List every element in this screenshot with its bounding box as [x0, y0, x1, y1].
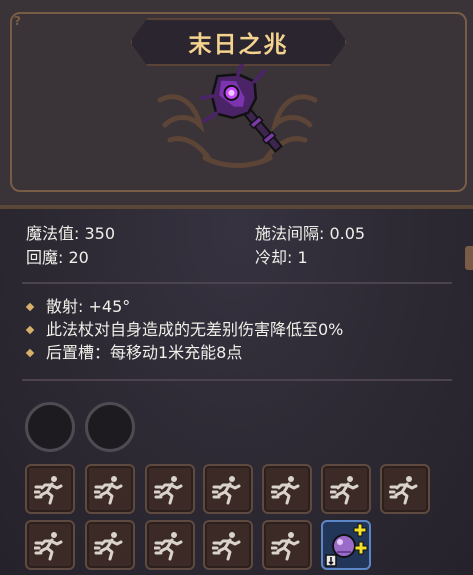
running-man-icon: [271, 476, 300, 505]
spell-slot[interactable]: [262, 464, 312, 514]
spell-slot[interactable]: [85, 520, 135, 570]
effect-item: 此法杖对自身造成的无差别伤害降低至0%: [25, 319, 344, 342]
running-man-icon: [212, 476, 241, 505]
spell-slot[interactable]: [145, 464, 195, 514]
wand-display-box: ? 末日之兆: [0, 0, 473, 209]
effect-text: 此法杖对自身造成的无差别伤害降低至0%: [46, 320, 344, 339]
divider-top: [22, 282, 452, 284]
spell-slot[interactable]: [203, 520, 253, 570]
special-slot[interactable]: [321, 520, 371, 570]
spell-slot[interactable]: [203, 464, 253, 514]
divider-bottom: [22, 379, 452, 381]
bullet-diamond-icon: [25, 348, 35, 358]
running-man-icon: [154, 532, 183, 561]
stat-cooldown: 冷却: 1: [255, 248, 308, 267]
wand-info-panel: ? 末日之兆 魔法值: 350 施法间隔: 0.05 回魔: 20 冷却: 1 …: [0, 0, 473, 575]
corner-mark: ?: [14, 14, 21, 28]
spell-slot[interactable]: [145, 520, 195, 570]
running-man-icon: [94, 532, 123, 561]
spell-slot[interactable]: [321, 464, 371, 514]
doom-staff-icon: [200, 64, 283, 153]
effect-item: 散射: +45°: [25, 296, 343, 319]
running-man-icon: [34, 532, 63, 561]
wand-title-plate: 末日之兆: [130, 18, 347, 66]
crystal-ball-icon: [325, 523, 368, 567]
running-man-icon: [271, 532, 300, 561]
spell-slot[interactable]: [380, 464, 430, 514]
stat-cast-delay: 施法间隔: 0.05: [255, 224, 366, 243]
effect-item: 后置槽：每移动1米充能8点: [25, 342, 343, 365]
running-man-icon: [94, 476, 123, 505]
spell-slot[interactable]: [25, 464, 75, 514]
running-man-icon: [34, 476, 63, 505]
effect-text: 散射: +45°: [46, 297, 131, 316]
spell-slot[interactable]: [262, 520, 312, 570]
wand-name: 末日之兆: [188, 32, 289, 58]
bullet-diamond-icon: [25, 302, 35, 312]
empty-spell-slot-2[interactable]: [85, 402, 135, 452]
spell-slot[interactable]: [85, 464, 135, 514]
effect-list: 散射: +45° 此法杖对自身造成的无差别伤害降低至0% 后置槽：每移动1米充能…: [25, 296, 344, 365]
running-man-icon: [330, 476, 359, 505]
effect-text: 后置槽：每移动1米充能8点: [46, 343, 243, 362]
empty-spell-slot-1[interactable]: [25, 402, 75, 452]
running-man-icon: [154, 476, 183, 505]
spell-slot[interactable]: [25, 520, 75, 570]
running-man-icon: [212, 532, 241, 561]
running-man-icon: [389, 476, 418, 505]
stat-mana-regen: 回魔: 20: [26, 248, 89, 267]
bullet-diamond-icon: [25, 325, 35, 335]
side-tab[interactable]: [465, 246, 473, 270]
stat-mana: 魔法值: 350: [26, 224, 116, 243]
